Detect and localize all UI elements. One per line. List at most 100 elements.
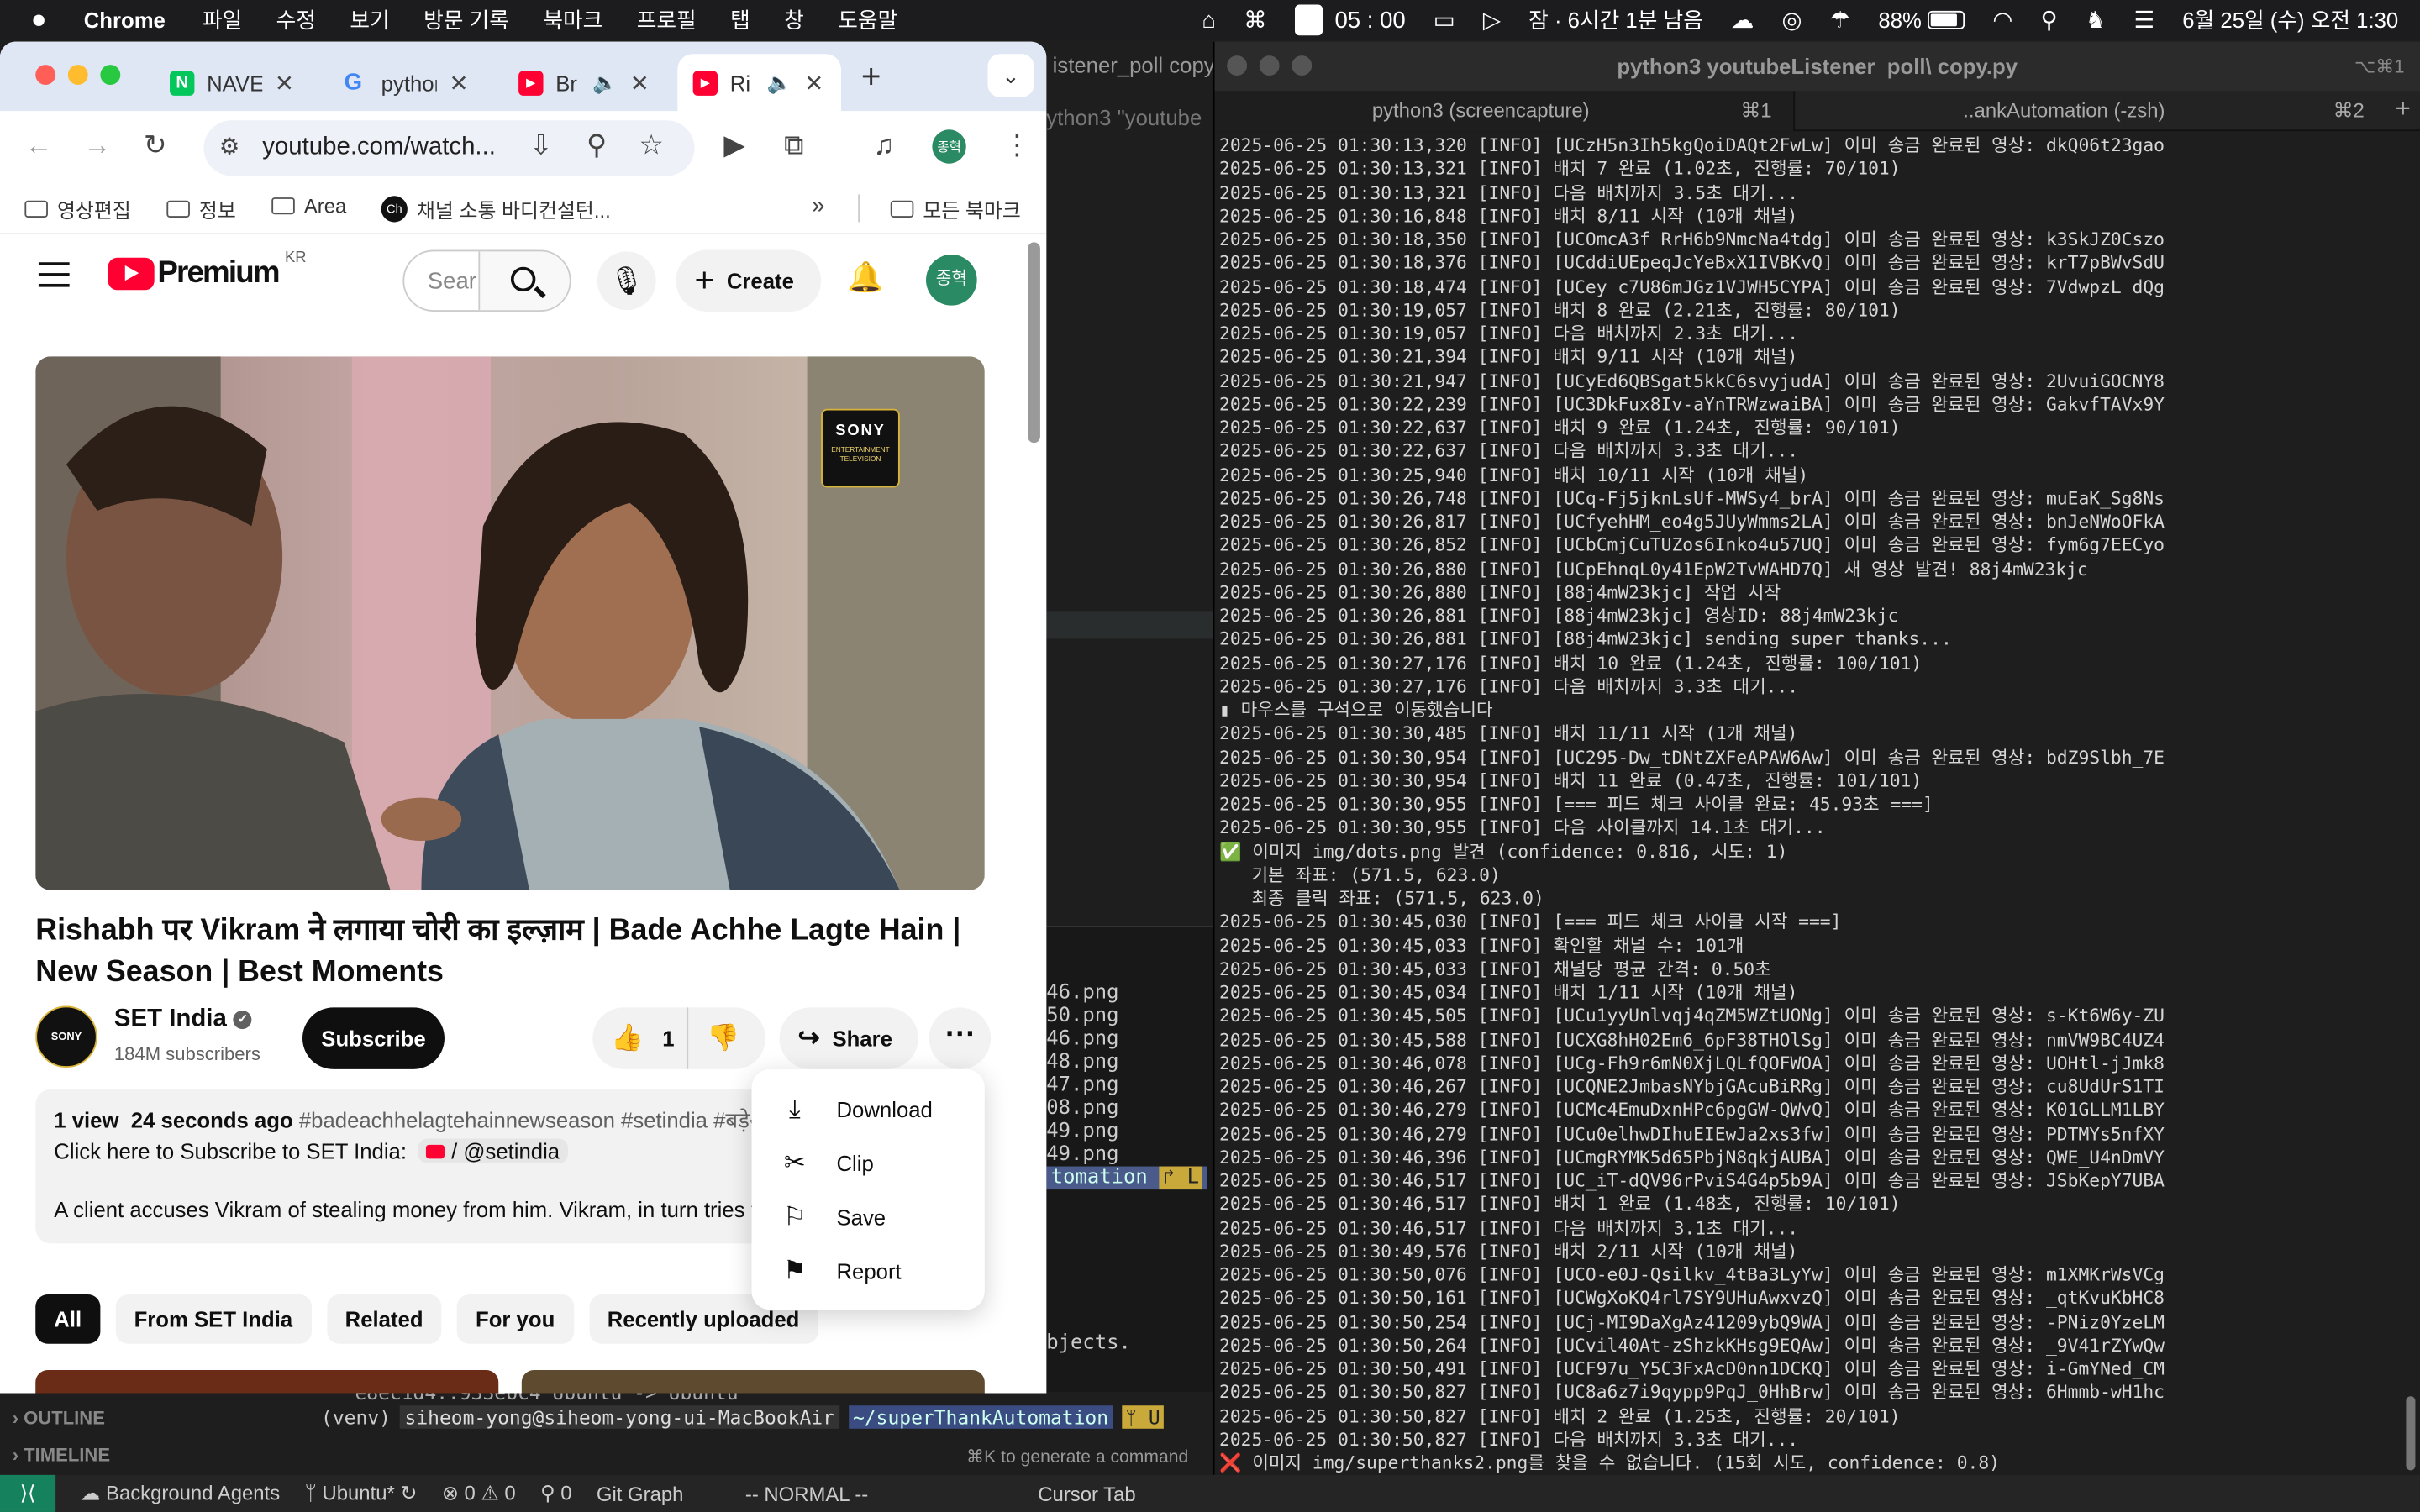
tab-youtube-1[interactable]: ▶ Br 🔈 ✕ <box>503 54 673 111</box>
status-git-graph[interactable]: Git Graph <box>597 1482 684 1505</box>
menu-clip[interactable]: ✂ Clip <box>751 1136 984 1189</box>
ide-tab-fragment[interactable]: istener_poll copy.p <box>1053 52 1213 76</box>
menu-app-name[interactable]: Chrome <box>84 8 166 32</box>
search-button[interactable] <box>478 251 570 311</box>
speaker-icon[interactable]: 🔈 <box>592 71 618 95</box>
terminal-tab-2[interactable]: ..ankAutomation (-zsh) ⌘2 <box>1797 91 2386 131</box>
status-problems[interactable]: ⊗ 0 ⚠ 0 <box>442 1481 516 1505</box>
maximize-window-button[interactable] <box>100 65 121 86</box>
new-tab-button[interactable]: + <box>861 57 881 97</box>
more-bookmarks-chevron-icon[interactable]: » <box>812 193 824 219</box>
command-icon[interactable]: ⌘ <box>1244 6 1267 34</box>
wifi-icon[interactable]: ◠ <box>1992 6 2012 34</box>
terminal-tab-1[interactable]: python3 (screencapture) ⌘1 <box>1214 91 1796 132</box>
menu-edit[interactable]: 수정 <box>276 5 316 36</box>
like-button[interactable]: 👍 1 <box>592 1007 689 1069</box>
sleep-status[interactable]: 잠 · 6시간 1분 남음 <box>1528 5 1703 36</box>
media-controls-icon[interactable]: ♫ <box>874 129 895 162</box>
tab-google[interactable]: G python ✕ <box>329 54 498 111</box>
back-icon[interactable]: ← <box>24 129 52 162</box>
control-center-icon[interactable]: ☰ <box>2134 6 2155 34</box>
status-background-agents[interactable]: ☁ Background Agents <box>81 1481 281 1505</box>
tab-search-button[interactable]: ⌄ <box>987 54 1034 97</box>
hamburger-menu-icon[interactable] <box>38 262 70 287</box>
share-button[interactable]: ↪ Share <box>779 1007 918 1069</box>
airdrop-icon[interactable]: ◎ <box>1782 6 1802 34</box>
install-app-icon[interactable]: ⇩ <box>529 129 553 162</box>
status-cursor-tab[interactable]: Cursor Tab <box>1038 1482 1135 1505</box>
weather-icon[interactable]: ☂ <box>1830 6 1851 34</box>
status-branch[interactable]: ᛘ Ubuntu* ↻ <box>305 1481 418 1505</box>
tab-close-icon[interactable]: ✕ <box>449 69 468 97</box>
channel-avatar[interactable]: SONY <box>35 1005 97 1068</box>
notifications-bell-icon[interactable]: 🔔 <box>847 260 883 297</box>
media-play-icon[interactable]: ▶ <box>723 129 744 162</box>
channel-name[interactable]: SET India ✓ <box>114 1006 253 1034</box>
menubar-datetime[interactable]: 6월 25일 (수) 오전 1:30 <box>2182 5 2398 36</box>
bookmark-star-icon[interactable]: ☆ <box>639 129 664 162</box>
spotlight-search-icon[interactable]: ⚲ <box>2040 6 2057 34</box>
menu-bookmarks[interactable]: 북마크 <box>543 5 602 36</box>
zoom-icon[interactable]: ⚲ <box>587 129 607 162</box>
window-icon[interactable]: ▭ <box>1434 6 1455 34</box>
chip-all[interactable]: All <box>35 1294 101 1344</box>
all-bookmarks[interactable]: 모든 북마크 <box>890 194 1021 223</box>
search-input[interactable]: Sear <box>428 269 476 295</box>
create-button[interactable]: + Create <box>676 249 822 312</box>
subscribe-button[interactable]: Subscribe <box>302 1007 445 1069</box>
site-settings-icon[interactable]: ⚙ <box>219 133 240 160</box>
bookmark-folder-2[interactable]: 정보 <box>166 194 236 223</box>
menu-history[interactable]: 방문 기록 <box>424 5 509 36</box>
chrome-menu-icon[interactable]: ⋮ <box>1003 129 1031 162</box>
remote-icon[interactable]: ⟩⟨ <box>0 1474 56 1512</box>
more-actions-button[interactable]: ⋯ <box>929 1007 992 1069</box>
chip-from-channel[interactable]: From SET India <box>115 1294 312 1344</box>
runcat-icon[interactable]: ♞ <box>2086 6 2107 34</box>
address-bar[interactable]: ⚙ youtube.com/watch... <box>203 120 695 176</box>
maximize-window-button[interactable] <box>1292 55 1313 76</box>
close-window-button[interactable] <box>35 65 56 86</box>
voice-search-button[interactable]: 🎙 <box>597 251 656 311</box>
youtube-premium-logo[interactable]: Premium KR <box>108 250 307 291</box>
menu-view[interactable]: 보기 <box>350 5 389 36</box>
tab-youtube-active[interactable]: ▶ Ri 🔈 ✕ <box>677 54 842 112</box>
menu-save[interactable]: ⚐ Save <box>751 1189 984 1243</box>
search-box[interactable]: Sear <box>402 249 571 312</box>
terminal-scrollbar[interactable] <box>2406 1396 2416 1471</box>
timeline-section[interactable]: › TIMELINE <box>13 1444 110 1466</box>
menu-window[interactable]: 창 <box>784 5 804 36</box>
menu-tab[interactable]: 탭 <box>730 5 750 36</box>
forward-icon[interactable]: → <box>83 129 111 162</box>
minimize-window-button[interactable] <box>67 65 88 86</box>
channel-link-chip[interactable]: / @setindia <box>418 1138 568 1163</box>
cloud-icon[interactable]: ☁ <box>1731 6 1754 34</box>
close-window-button[interactable] <box>1227 55 1248 76</box>
battery-status[interactable]: 88% <box>1878 8 1965 33</box>
dislike-button[interactable]: 👎 <box>688 1023 739 1054</box>
menu-report[interactable]: ⚑ Report <box>751 1243 984 1297</box>
status-ports[interactable]: ⚲ 0 <box>540 1481 571 1505</box>
chip-related[interactable]: Related <box>326 1294 442 1344</box>
video-player[interactable]: SONY ENTERTAINMENT TELEVISION <box>35 356 985 890</box>
minimize-window-button[interactable] <box>1259 55 1280 76</box>
speaker-icon[interactable]: 🔈 <box>767 71 792 95</box>
page-scrollbar[interactable] <box>1028 242 1040 444</box>
profile-avatar[interactable]: 종혁 <box>932 129 966 164</box>
apple-icon[interactable]: ● <box>31 5 47 36</box>
vpn-icon[interactable]: ⌂ <box>1202 7 1216 33</box>
chip-for-you[interactable]: For you <box>456 1294 574 1344</box>
menu-help[interactable]: 도움말 <box>838 5 897 36</box>
url-text[interactable]: youtube.com/watch... <box>262 134 496 162</box>
play-circle-icon[interactable]: ▷ <box>1483 6 1501 34</box>
extensions-icon[interactable]: ⧉ <box>784 129 804 162</box>
clock-widget[interactable]: 05 : 00 <box>1294 4 1406 36</box>
bookmark-channel[interactable]: Ch 채널 소통 바디컨설턴... <box>381 194 611 223</box>
bookmark-folder-1[interactable]: 영상편집 <box>24 194 131 223</box>
tab-naver[interactable]: N NAVER ✕ <box>155 54 321 111</box>
reload-icon[interactable]: ↻ <box>144 129 167 162</box>
menu-file[interactable]: 파일 <box>203 5 242 36</box>
menu-download[interactable]: ⤓ Download <box>751 1082 984 1136</box>
tab-close-icon[interactable]: ✕ <box>275 69 294 97</box>
new-terminal-tab-button[interactable]: + <box>2396 94 2411 125</box>
outline-section[interactable]: › OUTLINE <box>13 1407 105 1429</box>
